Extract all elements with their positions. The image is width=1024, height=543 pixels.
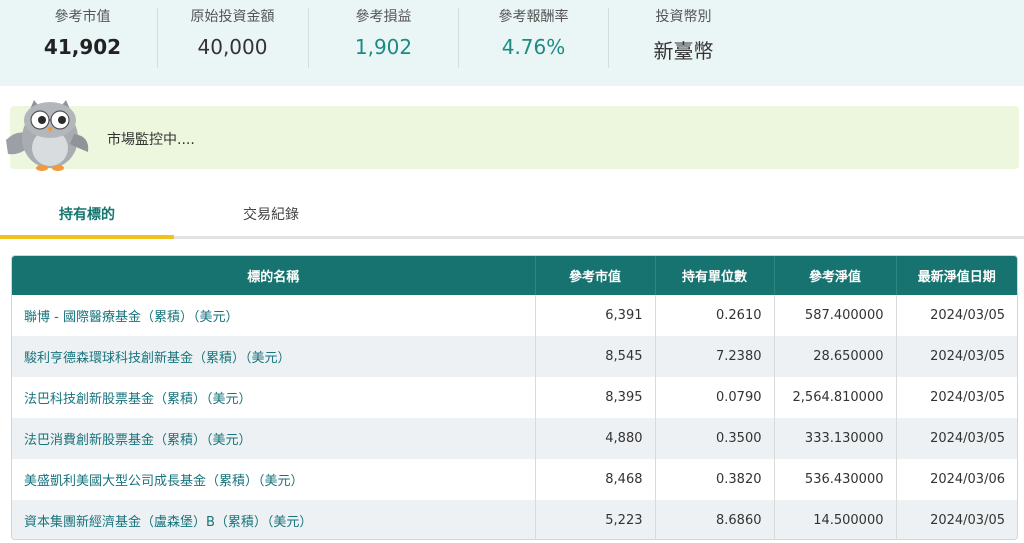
stat-label: 參考市值 bbox=[54, 9, 111, 25]
col-header-market-value: 參考市值 bbox=[535, 256, 656, 295]
fund-name-link[interactable]: 法巴消費創新股票基金（累積）（美元） bbox=[12, 418, 536, 459]
divider bbox=[608, 8, 609, 68]
cell-nav-date: 2024/03/05 bbox=[930, 390, 1005, 405]
table-row: 聯博 - 國際醫療基金（累積）（美元） 6,391 0.2610 587.400… bbox=[12, 295, 1017, 336]
fund-name-link[interactable]: 資本集團新經濟基金（盧森堡）B（累積）（美元） bbox=[12, 500, 536, 539]
cell-nav-date: 2024/03/06 bbox=[930, 472, 1005, 487]
cell-nav: 587.400000 bbox=[774, 295, 897, 336]
owl-mascot-icon bbox=[6, 100, 89, 171]
stat-market-value: 參考市值 41,902 bbox=[10, 0, 155, 68]
stat-label: 參考報酬率 bbox=[498, 9, 569, 25]
stat-original-investment: 原始投資金額 40,000 bbox=[160, 0, 305, 68]
stat-label: 參考損益 bbox=[355, 9, 412, 25]
col-header-nav-date: 最新淨值日期 bbox=[917, 270, 996, 285]
cell-nav-date: 2024/03/05 bbox=[930, 349, 1005, 364]
table-header-row: 標的名稱 參考市值 持有單位數 參考淨值 最新淨值日期 bbox=[12, 256, 1017, 295]
cell-nav: 14.500000 bbox=[774, 500, 897, 539]
holdings-table: 標的名稱 參考市值 持有單位數 參考淨值 最新淨值日期 聯博 - 國際醫療基金（… bbox=[12, 256, 1017, 539]
cell-market-value: 5,223 bbox=[535, 500, 656, 539]
cell-units: 7.2380 bbox=[655, 336, 775, 377]
stat-label: 投資幣別 bbox=[655, 9, 712, 25]
stat-value: 41,902 bbox=[43, 35, 122, 59]
monitor-message: 市場監控中.... bbox=[107, 132, 195, 148]
table-row: 法巴消費創新股票基金（累積）（美元） 4,880 0.3500 333.1300… bbox=[12, 418, 1017, 459]
fund-name-link[interactable]: 法巴科技創新股票基金（累積）（美元） bbox=[12, 377, 536, 418]
cell-nav: 2,564.810000 bbox=[774, 377, 897, 418]
cell-nav: 28.650000 bbox=[774, 336, 897, 377]
cell-units: 0.3820 bbox=[655, 459, 775, 500]
cell-units: 0.0790 bbox=[655, 377, 775, 418]
col-header-name: 標的名稱 bbox=[12, 256, 536, 295]
cell-units: 0.2610 bbox=[655, 295, 775, 336]
cell-market-value: 8,395 bbox=[535, 377, 656, 418]
stat-value: 40,000 bbox=[197, 35, 268, 59]
cell-units: 8.6860 bbox=[655, 500, 775, 539]
cell-nav: 536.430000 bbox=[774, 459, 897, 500]
stat-value: 新臺幣 bbox=[653, 39, 714, 63]
stat-value: 1,902 bbox=[354, 35, 413, 59]
fund-name-link[interactable]: 美盛凱利美國大型公司成長基金（累積）（美元） bbox=[12, 459, 536, 500]
divider bbox=[308, 8, 309, 68]
portfolio-summary: 參考市值 41,902 原始投資金額 40,000 參考損益 1,902 參考報… bbox=[0, 0, 1024, 86]
cell-market-value: 8,545 bbox=[535, 336, 656, 377]
tab-transactions[interactable]: 交易紀錄 bbox=[184, 196, 358, 236]
fund-name-link[interactable]: 駿利亨德森環球科技創新基金（累積）（美元） bbox=[12, 336, 536, 377]
divider bbox=[458, 8, 459, 68]
cell-market-value: 8,468 bbox=[535, 459, 656, 500]
stat-return-rate: 參考報酬率 4.76% bbox=[461, 0, 606, 68]
fund-name-link[interactable]: 聯博 - 國際醫療基金（累積）（美元） bbox=[12, 295, 536, 336]
cell-nav-date: 2024/03/05 bbox=[930, 431, 1005, 446]
stat-currency: 投資幣別 新臺幣 bbox=[611, 0, 756, 68]
cell-market-value: 4,880 bbox=[535, 418, 656, 459]
col-header-nav: 參考淨值 bbox=[774, 256, 897, 295]
stat-value: 4.76% bbox=[501, 35, 566, 59]
holdings-tabs: 持有標的 交易紀錄 bbox=[0, 196, 1024, 240]
stat-gain-loss: 參考損益 1,902 bbox=[311, 0, 456, 68]
cell-market-value: 6,391 bbox=[535, 295, 656, 336]
tab-active-indicator bbox=[0, 235, 174, 239]
divider bbox=[157, 8, 158, 68]
table-row: 駿利亨德森環球科技創新基金（累積）（美元） 8,545 7.2380 28.65… bbox=[12, 336, 1017, 377]
col-header-units: 持有單位數 bbox=[655, 256, 775, 295]
tab-holdings[interactable]: 持有標的 bbox=[0, 196, 174, 236]
table-row: 美盛凱利美國大型公司成長基金（累積）（美元） 8,468 0.3820 536.… bbox=[12, 459, 1017, 500]
cell-nav-date: 2024/03/05 bbox=[930, 308, 1005, 323]
table-row: 資本集團新經濟基金（盧森堡）B（累積）（美元） 5,223 8.6860 14.… bbox=[12, 500, 1017, 539]
holdings-table-container: 標的名稱 參考市值 持有單位數 參考淨值 最新淨值日期 聯博 - 國際醫療基金（… bbox=[11, 255, 1018, 540]
cell-units: 0.3500 bbox=[655, 418, 775, 459]
stat-label: 原始投資金額 bbox=[190, 9, 275, 25]
market-monitor-banner: 市場監控中.... bbox=[10, 106, 1019, 169]
cell-nav: 333.130000 bbox=[774, 418, 897, 459]
cell-nav-date: 2024/03/05 bbox=[930, 513, 1005, 528]
table-row: 法巴科技創新股票基金（累積）（美元） 8,395 0.0790 2,564.81… bbox=[12, 377, 1017, 418]
